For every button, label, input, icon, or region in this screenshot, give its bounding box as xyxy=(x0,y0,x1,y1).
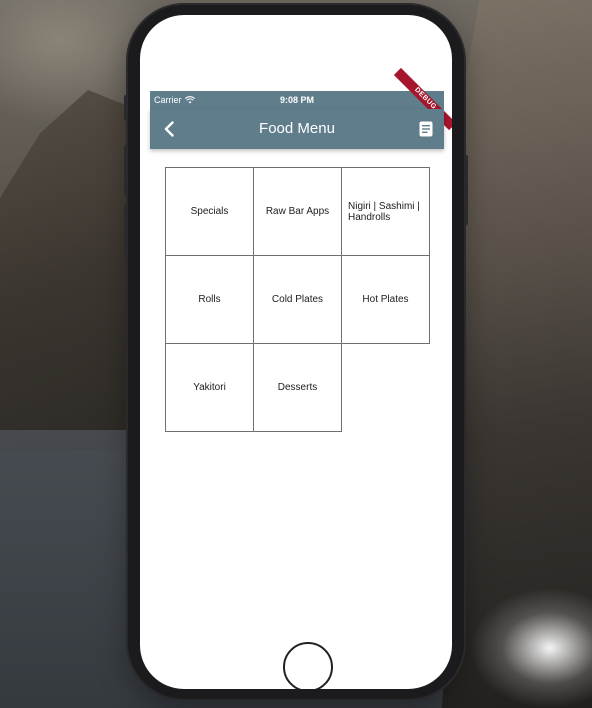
menu-item-label: Hot Plates xyxy=(362,294,409,305)
app-bar: Food Menu xyxy=(150,109,444,149)
mute-switch xyxy=(124,95,128,121)
menu-item-label: Cold Plates xyxy=(271,294,324,305)
document-button[interactable] xyxy=(418,120,434,138)
menu-item-label: Yakitori xyxy=(193,382,226,393)
background-foam xyxy=(452,508,592,708)
phone-frame: Carrier 9:08 PM DEBUG Food Menu Specials… xyxy=(124,5,468,699)
menu-item-cold-plates[interactable]: Cold Plates xyxy=(253,255,342,344)
status-bar: Carrier 9:08 PM xyxy=(150,91,444,109)
menu-item-desserts[interactable]: Desserts xyxy=(253,343,342,432)
menu-item-specials[interactable]: Specials xyxy=(165,167,254,256)
desktop-background: Carrier 9:08 PM DEBUG Food Menu Specials… xyxy=(0,0,592,708)
phone-screen: Carrier 9:08 PM DEBUG Food Menu Specials… xyxy=(140,15,452,689)
menu-item-label: Desserts xyxy=(277,382,318,393)
menu-item-raw-bar-apps[interactable]: Raw Bar Apps xyxy=(253,167,342,256)
menu-item-yakitori[interactable]: Yakitori xyxy=(165,343,254,432)
page-title: Food Menu xyxy=(259,120,335,137)
menu-grid: Specials Raw Bar Apps Nigiri | Sashimi |… xyxy=(165,167,430,432)
power-button xyxy=(464,155,468,225)
app-window: Carrier 9:08 PM DEBUG Food Menu Specials… xyxy=(150,67,452,611)
menu-item-label: Nigiri | Sashimi | Handrolls xyxy=(348,200,420,223)
menu-item-label: Raw Bar Apps xyxy=(265,206,330,217)
volume-down-button xyxy=(124,205,128,255)
status-time: 9:08 PM xyxy=(279,95,314,105)
menu-item-label: Specials xyxy=(190,206,229,217)
menu-item-label: Rolls xyxy=(198,294,221,305)
menu-item-nigiri-sashimi-handrolls[interactable]: Nigiri | Sashimi | Handrolls xyxy=(341,167,430,256)
home-button[interactable] xyxy=(283,642,333,689)
menu-item-hot-plates[interactable]: Hot Plates xyxy=(341,255,430,344)
volume-up-button xyxy=(124,145,128,195)
menu-item-rolls[interactable]: Rolls xyxy=(165,255,254,344)
